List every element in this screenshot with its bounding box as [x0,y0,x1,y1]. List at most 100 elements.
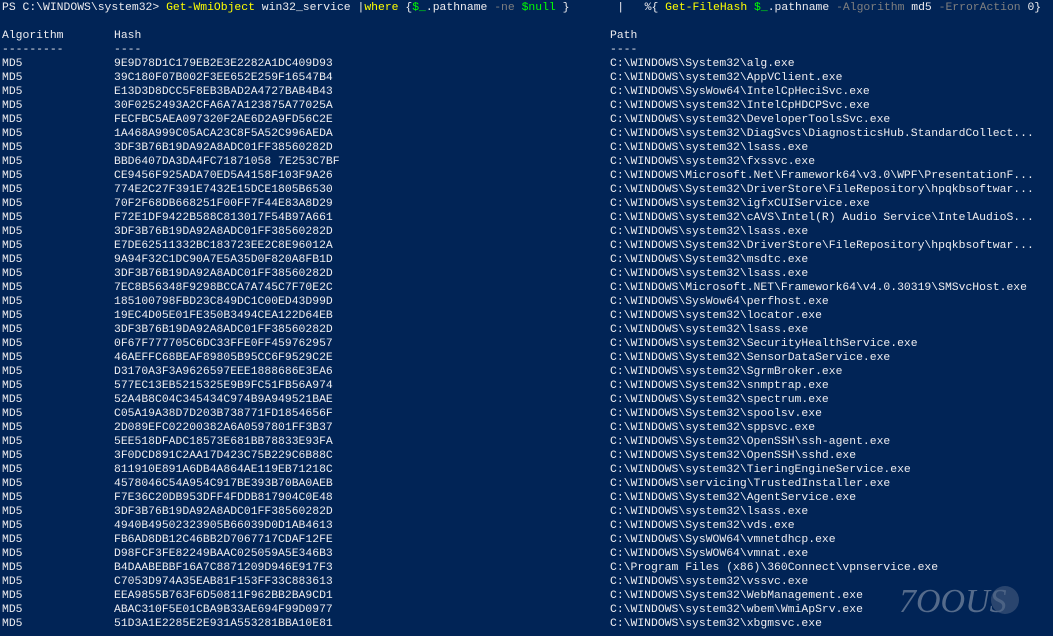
pipeline-variable: $_ [412,2,426,14]
cell-algorithm: MD5 [2,506,23,518]
table-row: MD5 3F0DCD891C2AA17D423C75B229C6B88C C:\WI… [0,449,1053,463]
cell-path: C:\WINDOWS\System32\AgentService.exe [610,492,857,504]
pipeline-variable-2: $_ [754,2,768,14]
cell-path: C:\WINDOWS\System32\spectrum.exe [610,394,829,406]
cell-hash: 1A468A999C05ACA23C8F5A52C996AEDA [114,128,333,140]
cell-algorithm: MD5 [2,338,23,350]
table-row: MD5 4940B49502323905B66039D0D1AB4613 C:\WI… [0,519,1053,533]
output-table: MD5 9E9D78D1C179EB2E3E2282A1DC409D93 C:\WI… [0,57,1053,631]
cell-path: C:\WINDOWS\SysWow64\IntelCpHeciSvc.exe [610,86,870,98]
cell-algorithm: MD5 [2,86,23,98]
cell-hash: 46AEFFC68BEAF89805B95CC6F9529C2E [114,352,333,364]
cell-path: C:\WINDOWS\System32\vds.exe [610,520,795,532]
table-row: MD5 CE9456F925ADA70ED5A4158F103F9A26 C:\WI… [0,169,1053,183]
cell-algorithm: MD5 [2,478,23,490]
cell-hash: 3DF3B76B19DA92A8ADC01FF38560282D [114,226,333,238]
command-line[interactable]: PS C:\WINDOWS\system32> Get-WmiObject wi… [2,1,1041,15]
cell-algorithm: MD5 [2,422,23,434]
column-header-path: Path [610,30,638,42]
table-row: MD5 3DF3B76B19DA92A8ADC01FF38560282D C:\WI… [0,323,1053,337]
erroraction-parameter: -ErrorAction [938,2,1021,14]
cell-algorithm: MD5 [2,464,23,476]
cell-hash: E13D3D8DCC5F8EB3BAD2A4727BAB4B43 [114,86,333,98]
table-row: MD5 BBD6407DA3DA4FC71871058 7E253C7BF C:\W… [0,155,1053,169]
cell-algorithm: MD5 [2,198,23,210]
cell-algorithm: MD5 [2,240,23,252]
cell-path: C:\WINDOWS\system32\locator.exe [610,310,822,322]
cell-path: C:\WINDOWS\system32\wbem\WmiApSrv.exe [610,604,863,616]
cell-path: C:\WINDOWS\System32\OpenSSH\sshd.exe [610,450,857,462]
cell-hash: ABAC310F5E01CBA9B33AE694F99D0977 [114,604,333,616]
table-row: MD5 46AEFFC68BEAF89805B95CC6F9529C2E C:\WI… [0,351,1053,365]
cell-path: C:\WINDOWS\System32\alg.exe [610,58,795,70]
cell-hash: 0F67F777705C6DC33FFE0FF459762957 [114,338,333,350]
algorithm-parameter: -Algorithm [836,2,905,14]
watermark-logo: 7OOUS [899,583,1019,620]
table-row: MD5 5EE518DFADC18573E681BB78833E93FA C:\WI… [0,435,1053,449]
cell-hash: 3DF3B76B19DA92A8ADC01FF38560282D [114,268,333,280]
cell-algorithm: MD5 [2,492,23,504]
header-underline-path: ---- [610,44,638,56]
cell-path: C:\WINDOWS\System32\DriverStore\FileRepo… [610,184,1034,196]
cell-hash: C7053D974A35EAB81F153FF33C883613 [114,576,333,588]
cell-path: C:\WINDOWS\System32\DriverStore\FileRepo… [610,240,1034,252]
cell-path: C:\WINDOWS\system32\DiagSvcs\Diagnostics… [610,128,1034,140]
cell-hash: 30F0252493A2CFA6A7A123875A77025A [114,100,333,112]
cell-algorithm: MD5 [2,520,23,532]
table-row: MD5 3DF3B76B19DA92A8ADC01FF38560282D C:\WI… [0,267,1053,281]
cell-algorithm: MD5 [2,408,23,420]
cell-algorithm: MD5 [2,296,23,308]
powershell-console[interactable]: PS C:\WINDOWS\system32> Get-WmiObject wi… [0,0,1053,636]
null-variable: $null [521,2,556,14]
cell-algorithm: MD5 [2,590,23,602]
brace-open: { [398,2,413,14]
cell-hash: 4578046C54A954C917BE393B70BA0AEB [114,478,333,490]
table-row: MD5 70F2F68DB668251F00FF7F44E83A8D29 C:\WI… [0,197,1053,211]
cell-hash: C05A19A38D7D203B738771FD1854656F [114,408,333,420]
prompt: PS C:\WINDOWS\system32> [2,2,167,14]
cell-hash: 577EC13EB5215325E9B9FC51FB56A974 [114,380,333,392]
cell-algorithm: MD5 [2,548,23,560]
cell-algorithm: MD5 [2,394,23,406]
cell-algorithm: MD5 [2,142,23,154]
cell-algorithm: MD5 [2,268,23,280]
brace-open-2: { [651,2,666,14]
table-row: MD5 F72E1DF9422B588C813017F54B97A661 C:\WI… [0,211,1053,225]
table-row: MD5 3DF3B76B19DA92A8ADC01FF38560282D C:\WI… [0,141,1053,155]
cmdlet-get-filehash: Get-FileHash [665,2,748,14]
cell-algorithm: MD5 [2,352,23,364]
table-row: MD5 52A4B8C04C345434C974B9A949521BAE C:\WI… [0,393,1053,407]
cell-path: C:\Program Files (x86)\360Connect\vpnser… [610,562,939,574]
cell-algorithm: MD5 [2,310,23,322]
cell-algorithm: MD5 [2,618,23,630]
cell-algorithm: MD5 [2,562,23,574]
cell-path: C:\WINDOWS\system32\lsass.exe [610,226,809,238]
cell-algorithm: MD5 [2,604,23,616]
cell-path: C:\WINDOWS\system32\lsass.exe [610,506,809,518]
table-row: MD5 774E2C27F391E7432E15DCE1805B6530 C:\WI… [0,183,1053,197]
cell-hash: BBD6407DA3DA4FC71871058 7E253C7BF [114,156,340,168]
cell-path: C:\WINDOWS\Microsoft.NET\Framework64\v4.… [610,282,1027,294]
cell-hash: EEA9855B763F6D50811F962BB2BA9CD1 [114,590,333,602]
where-keyword: where [364,2,399,14]
cell-algorithm: MD5 [2,170,23,182]
cell-algorithm: MD5 [2,254,23,266]
table-row: MD5 9E9D78D1C179EB2E3E2282A1DC409D93 C:\WI… [0,57,1053,71]
cmdlet-get-wmiobject: Get-WmiObject [166,2,255,14]
pipe-operator-2: | [569,2,645,14]
table-row: MD5 FB6AD8DB12C46BB2D7067717CDAF12FE C:\WI… [0,533,1053,547]
cell-path: C:\WINDOWS\Microsoft.Net\Framework64\v3.… [610,170,1034,182]
cell-algorithm: MD5 [2,380,23,392]
cell-algorithm: MD5 [2,366,23,378]
table-row: MD5 D3170A3F3A9626597EEE1888686E3EA6 C:\WI… [0,365,1053,379]
cell-hash: 9E9D78D1C179EB2E3E2282A1DC409D93 [114,58,333,70]
table-row: MD5 E13D3D8DCC5F8EB3BAD2A4727BAB4B43 C:\WI… [0,85,1053,99]
cell-path: C:\WINDOWS\SysWOW64\vmnetdhcp.exe [610,534,836,546]
table-row: MD5 9A94F32C1DC90A7E5A35D0F820A8FB1D C:\WI… [0,253,1053,267]
cell-path: C:\WINDOWS\System32\snmptrap.exe [610,380,829,392]
cell-path: C:\WINDOWS\System32\OpenSSH\ssh-agent.ex… [610,436,891,448]
cell-algorithm: MD5 [2,100,23,112]
cell-hash: D98FCF3FE82249BAAC025059A5E346B3 [114,548,333,560]
cell-hash: 7EC8B56348F9298BCCA7A745C7F70E2C [114,282,333,294]
table-row: MD5 30F0252493A2CFA6A7A123875A77025A C:\WI… [0,99,1053,113]
